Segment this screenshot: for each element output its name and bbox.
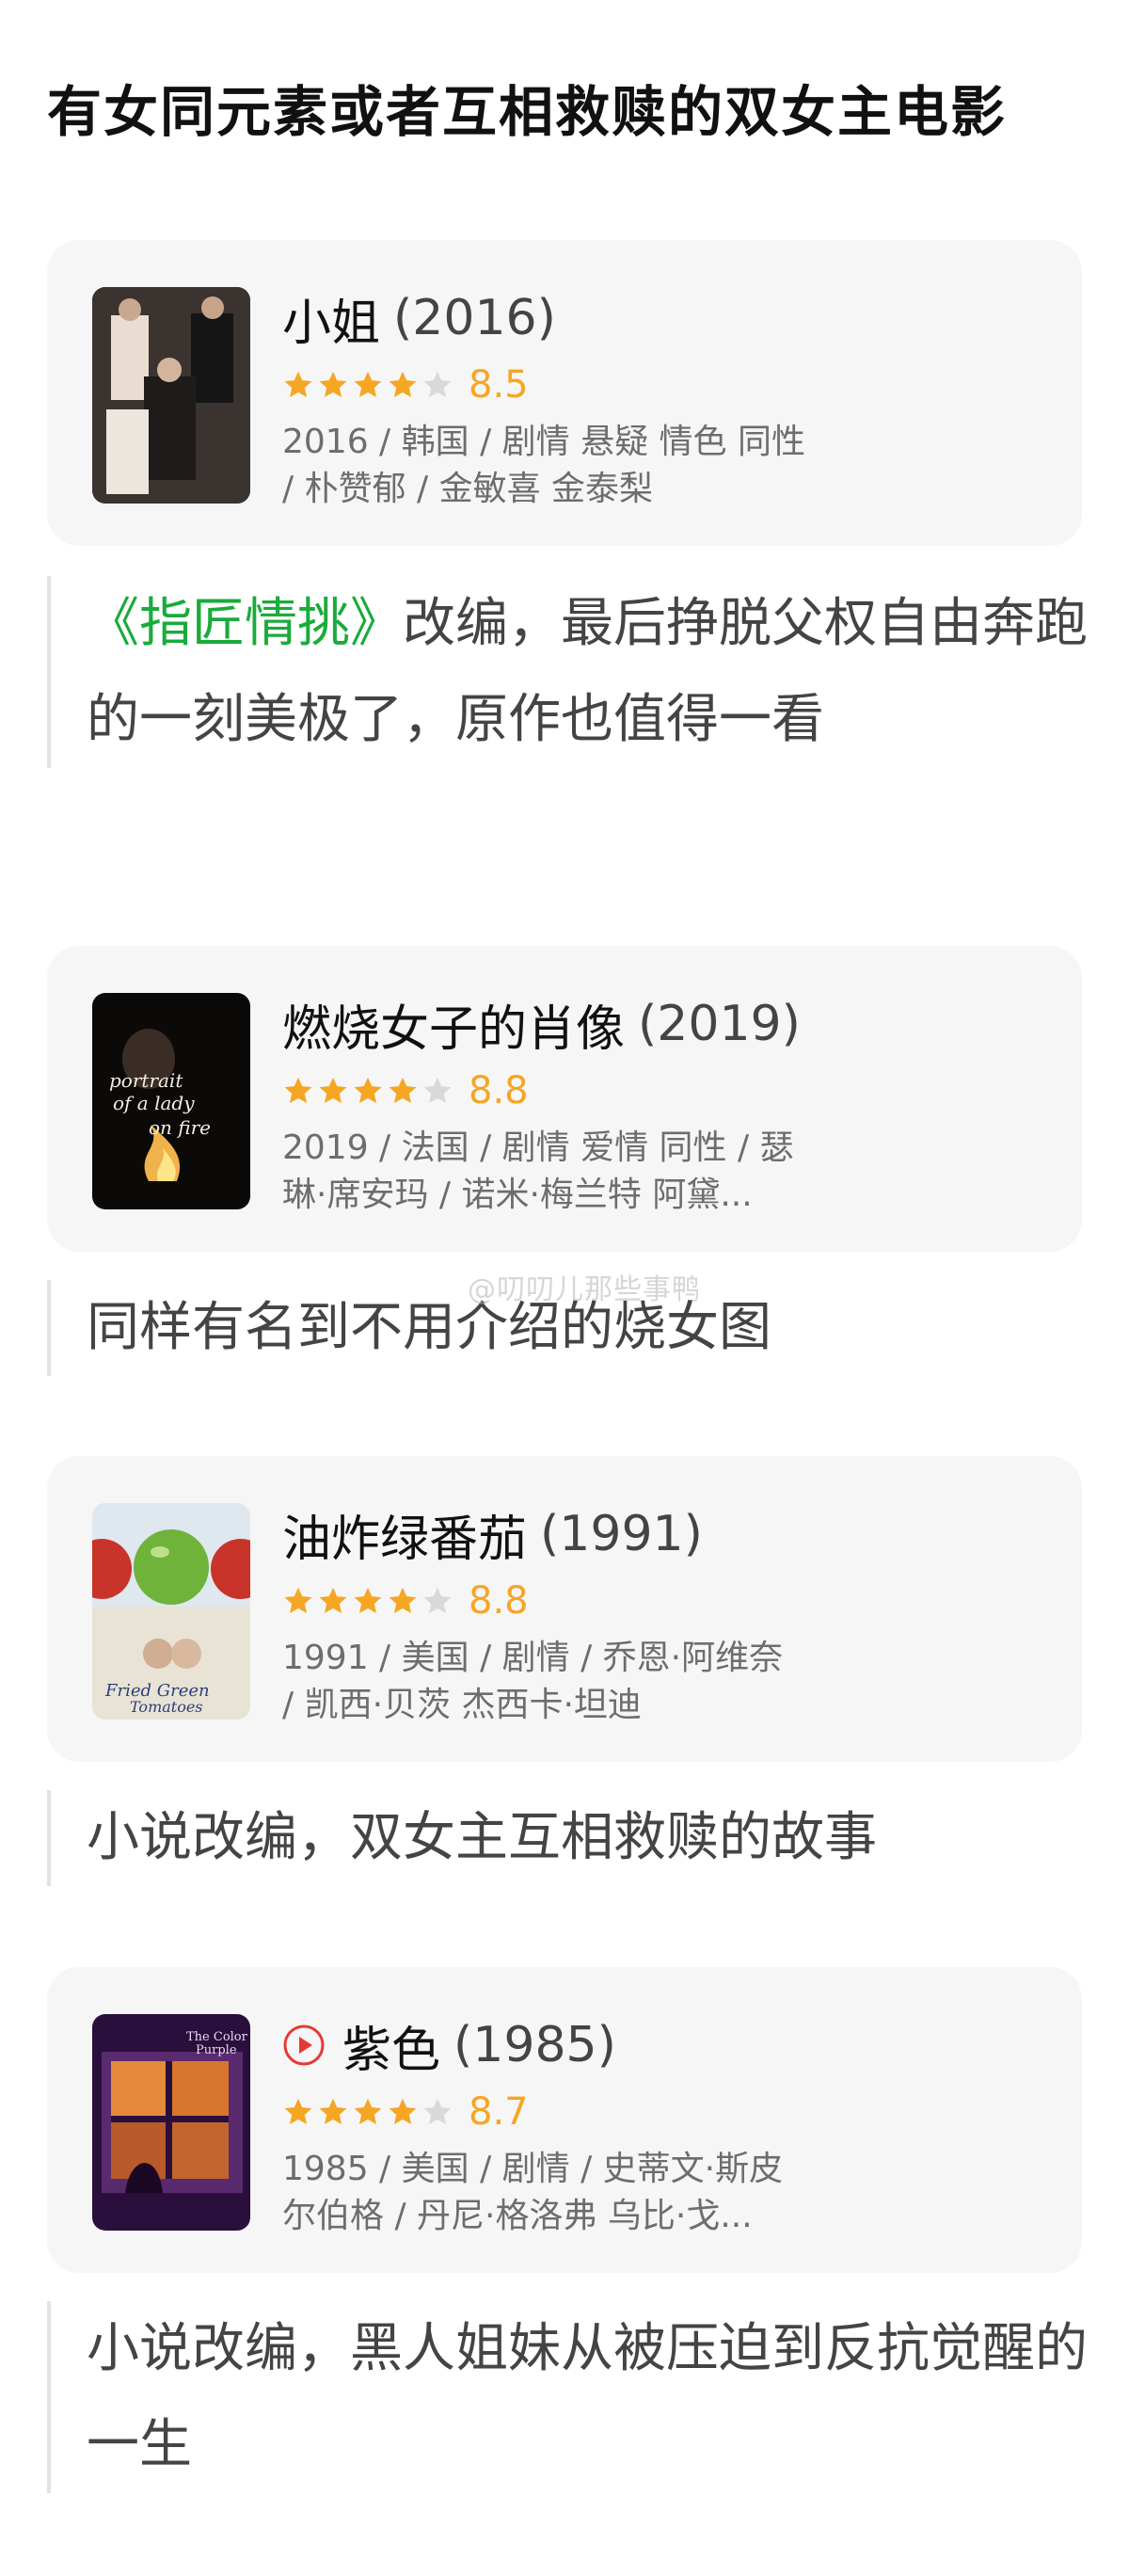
movie-meta: 2016 / 韩国 / 剧情 悬疑 情色 同性 / 朴赞郁 / 金敏喜 金泰梨 [282, 419, 847, 513]
star-icon [284, 2098, 312, 2125]
movie-note: 小说改编，黑人姐妹从被压迫到反抗觉醒的一生 [47, 2301, 1103, 2493]
svg-text:portrait: portrait [109, 1069, 183, 1092]
movie-note: 《指匠情挑》改编，最后挣脱父权自由奔跑的一刻美极了，原作也值得一看 [47, 576, 1103, 768]
svg-text:The Color: The Color [186, 2030, 248, 2044]
movie-title[interactable]: 紫色 [342, 2010, 440, 2081]
movie-year: (1985) [453, 2017, 616, 2073]
star-icon [284, 1587, 312, 1614]
star-icon [319, 2098, 347, 2125]
movie-meta: 1985 / 美国 / 剧情 / 史蒂文·斯皮 尔伯格 / 丹尼·格洛弗 乌比·… [282, 2146, 847, 2240]
movie-card-color-purple[interactable]: The Color Purple 紫色 (1985) 8.7 1985 / 美国… [47, 1967, 1082, 2273]
movie-title[interactable]: 燃烧女子的肖像 [282, 989, 625, 1060]
star-icon [319, 1587, 347, 1614]
rating-stars [282, 1585, 453, 1617]
rating-score: 8.7 [469, 2090, 529, 2134]
play-circle-icon[interactable] [282, 2024, 326, 2067]
star-icon [284, 1077, 312, 1104]
movie-card-fried-green-tomatoes[interactable]: Fried Green Tomatoes 油炸绿番茄 (1991) 8.8 19… [47, 1456, 1082, 1762]
movie-poster[interactable]: Fried Green Tomatoes [92, 1503, 250, 1720]
star-icon [319, 1077, 347, 1104]
rating-score: 8.8 [469, 1069, 529, 1112]
movie-year: (2019) [638, 996, 801, 1052]
meta-line: 1991 / 美国 / 剧情 / 乔恩·阿维奈 [282, 1639, 784, 1677]
movie-poster[interactable]: The Color Purple [92, 2014, 250, 2231]
svg-text:Tomatoes: Tomatoes [130, 1698, 203, 1716]
meta-line: 1985 / 美国 / 剧情 / 史蒂文·斯皮 [282, 2150, 784, 2188]
meta-line: 2019 / 法国 / 剧情 爱情 同性 / 瑟 [282, 1128, 794, 1167]
movie-title[interactable]: 油炸绿番茄 [282, 1499, 527, 1570]
movie-poster[interactable]: (2016) [92, 287, 250, 504]
star-icon [389, 2098, 417, 2125]
rating-score: 8.8 [469, 1579, 529, 1623]
star-icon [284, 371, 312, 398]
star-empty-icon [423, 1587, 452, 1614]
note-text: 小说改编，黑人姐妹从被压迫到反抗觉醒的一生 [87, 2318, 1088, 2475]
star-icon [319, 371, 347, 398]
note-text: 小说改编，双女主互相救赎的故事 [87, 1807, 877, 1868]
page-title: 有女同元素或者互相救赎的双女主电影 [47, 80, 1008, 144]
meta-line: / 朴赞郁 / 金敏喜 金泰梨 [282, 470, 654, 508]
rating-stars [282, 369, 453, 401]
rating-stars [282, 2096, 453, 2128]
watermark: @叨叨儿那些事鸭 [468, 1273, 701, 1306]
svg-text:Purple: Purple [196, 2043, 237, 2057]
star-icon [354, 1587, 382, 1614]
star-icon [354, 371, 382, 398]
svg-text:on fire: on fire [149, 1116, 211, 1139]
movie-year: (1991) [540, 1506, 703, 1562]
meta-line: 尔伯格 / 丹尼·格洛弗 乌比·戈... [282, 2197, 753, 2235]
movie-title[interactable]: 小姐 [282, 283, 380, 354]
movie-card-portrait[interactable]: portrait of a lady on fire 燃烧女子的肖像 (2019… [47, 946, 1082, 1252]
movie-meta: 2019 / 法国 / 剧情 爱情 同性 / 瑟 琳·席安玛 / 诺米·梅兰特 … [282, 1125, 847, 1219]
movie-card-handmaiden[interactable]: (2016) 小姐 (2016) 8.5 2016 / 韩国 / 剧情 悬疑 情… [47, 240, 1082, 546]
rating-score: 8.5 [469, 363, 529, 407]
star-empty-icon [423, 371, 452, 398]
movie-note: 小说改编，双女主互相救赎的故事 [47, 1790, 1103, 1886]
meta-line: 琳·席安玛 / 诺米·梅兰特 阿黛... [282, 1176, 753, 1214]
meta-line: 2016 / 韩国 / 剧情 悬疑 情色 同性 [282, 423, 805, 461]
star-icon [389, 1077, 417, 1104]
movie-poster[interactable]: portrait of a lady on fire [92, 993, 250, 1209]
movie-meta: 1991 / 美国 / 剧情 / 乔恩·阿维奈 / 凯西·贝茨 杰西卡·坦迪 [282, 1635, 847, 1729]
svg-text:of a lady: of a lady [113, 1092, 195, 1114]
star-icon [354, 1077, 382, 1104]
book-link[interactable]: 《指匠情挑》 [87, 593, 403, 654]
star-icon [389, 371, 417, 398]
star-icon [354, 2098, 382, 2125]
star-empty-icon [423, 2098, 452, 2125]
meta-line: / 凯西·贝茨 杰西卡·坦迪 [282, 1686, 642, 1724]
rating-stars [282, 1075, 453, 1107]
star-empty-icon [423, 1077, 452, 1104]
movie-year: (2016) [393, 290, 556, 346]
star-icon [389, 1587, 417, 1614]
